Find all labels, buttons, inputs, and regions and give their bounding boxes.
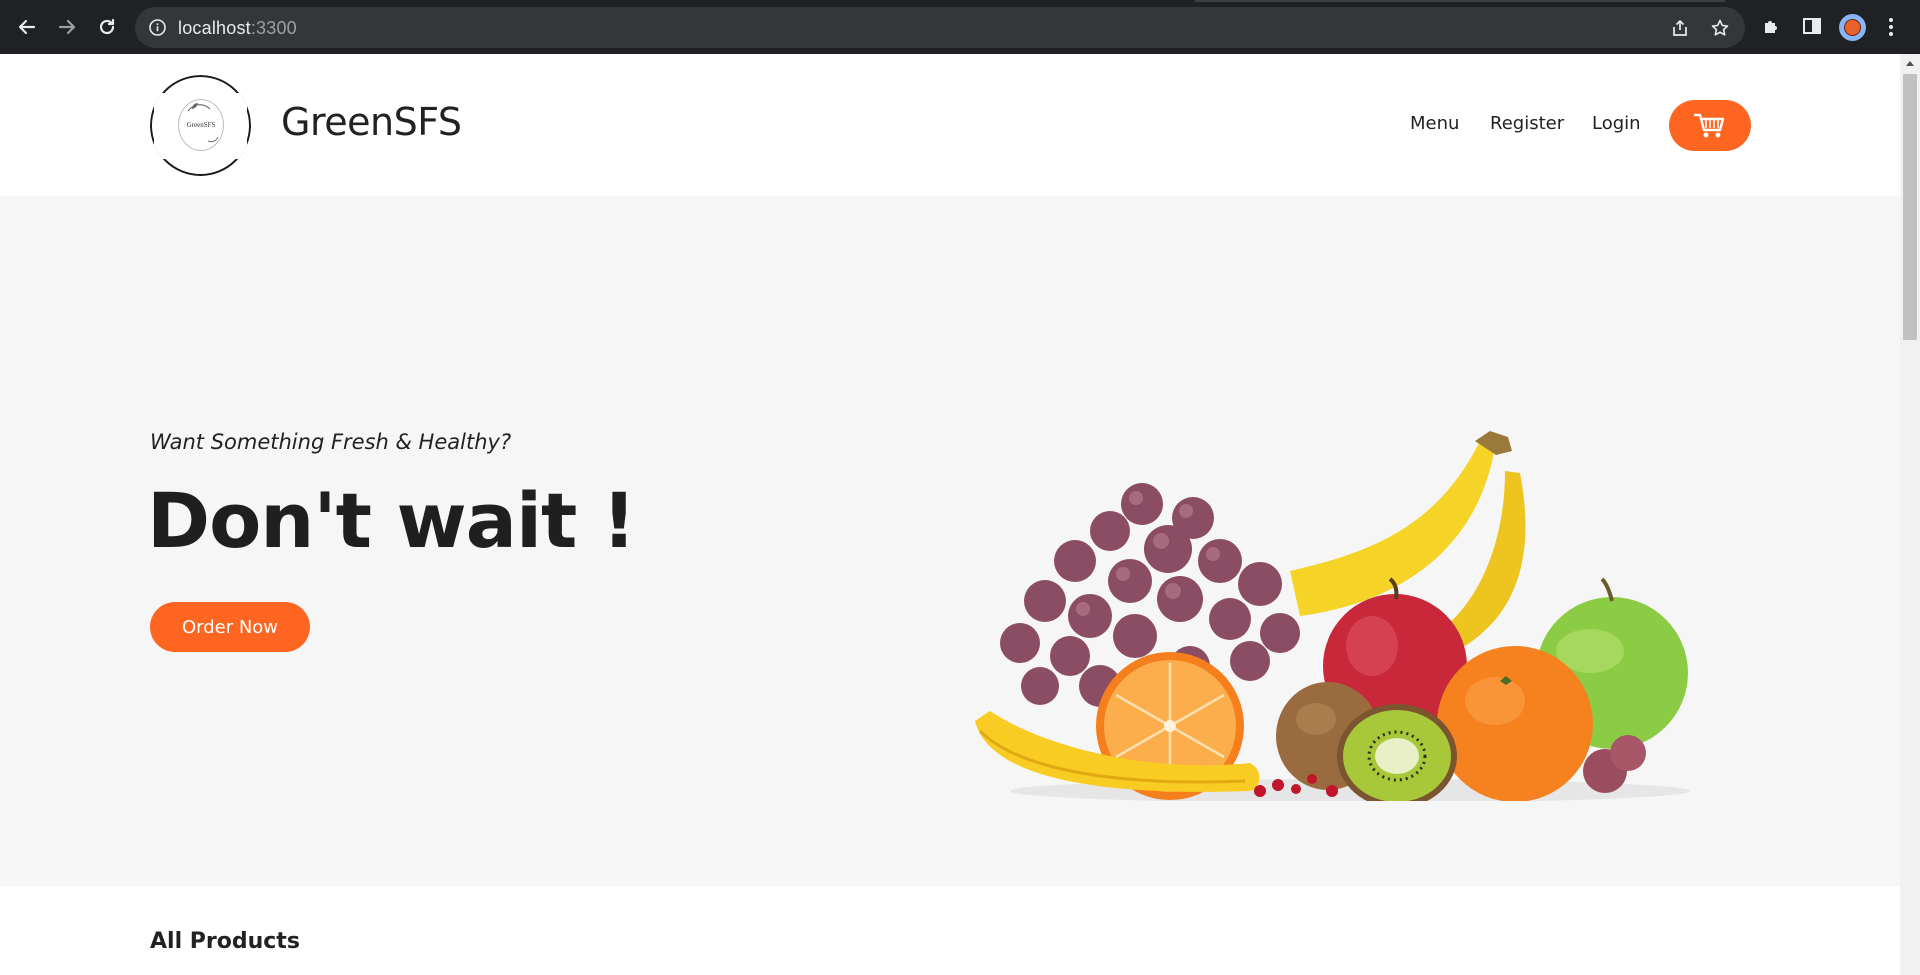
page-viewport: GreenSFS GreenSFS Menu Register Login Wa… [0,54,1900,975]
nav-login-link[interactable]: Login [1592,113,1641,134]
leaf-icon [187,103,219,143]
share-icon[interactable] [1670,18,1690,38]
browser-toolbar: localhost:3300 [0,0,1920,54]
nav-register-link[interactable]: Register [1490,113,1564,134]
site-header: GreenSFS GreenSFS Menu Register Login [0,54,1900,196]
star-icon[interactable] [1710,18,1730,38]
scroll-up-icon[interactable] [1906,61,1914,66]
fruit-assortment-image [975,431,1690,801]
info-icon[interactable] [148,18,167,37]
brand-logo[interactable]: GreenSFS [150,75,251,176]
page-scrollbar[interactable] [1900,54,1920,975]
scrollbar-thumb[interactable] [1903,74,1917,340]
reload-icon[interactable] [93,13,121,41]
hero-section: Want Something Fresh & Healthy? Don't wa… [0,196,1900,886]
tab-strip-edge [1195,0,1725,2]
order-now-button[interactable]: Order Now [150,602,310,652]
back-icon[interactable] [13,13,41,41]
hero-title: Don't wait ! [147,476,636,565]
url-host: localhost [178,18,251,38]
menu-icon[interactable] [1884,15,1898,39]
extensions-icon[interactable] [1761,15,1783,37]
cart-button[interactable] [1669,100,1751,151]
side-panel-icon[interactable] [1801,15,1823,37]
address-bar[interactable]: localhost:3300 [135,7,1745,48]
url-text: localhost:3300 [178,18,297,39]
nav-menu-link[interactable]: Menu [1410,113,1459,134]
basketball-icon [1844,19,1861,36]
brand-name[interactable]: GreenSFS [281,100,462,144]
forward-icon[interactable] [53,13,81,41]
hero-tagline: Want Something Fresh & Healthy? [150,430,512,454]
cart-icon [1693,113,1725,137]
url-port: :3300 [250,18,297,38]
all-products-heading: All Products [150,929,300,954]
profile-avatar[interactable] [1839,14,1866,41]
